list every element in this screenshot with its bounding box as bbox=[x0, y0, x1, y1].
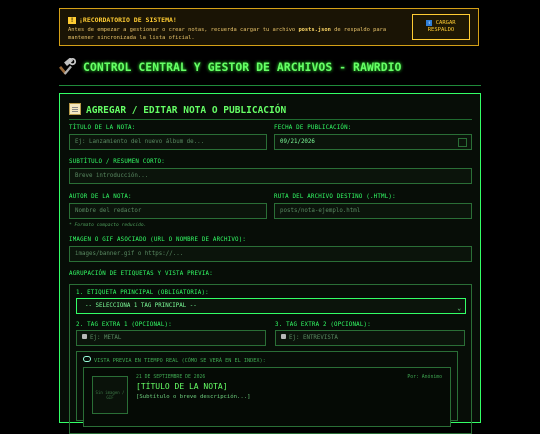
memo-icon bbox=[69, 103, 81, 115]
extra1-input[interactable]: Ej: METAL bbox=[76, 330, 266, 346]
titulo-label: TÍTULO DE LA NOTA: bbox=[69, 125, 136, 131]
autor-input[interactable]: Nombre del redactor bbox=[69, 203, 267, 219]
page-title: CONTROL CENTRAL Y GESTOR DE ARCHIVOS - R… bbox=[59, 58, 519, 78]
panel-title: AGREGAR / EDITAR NOTA O PUBLICACIÓN bbox=[69, 103, 286, 116]
preview-thumbnail: Sin imagen / GIF bbox=[92, 376, 128, 414]
panel-divider bbox=[69, 119, 472, 120]
principal-tag-select[interactable]: -- SELECCIONA 1 TAG PRINCIPAL -- ⌄ bbox=[76, 298, 466, 314]
extra2-input[interactable]: Ej: ENTREVISTA bbox=[275, 330, 465, 346]
edit-note-panel: AGREGAR / EDITAR NOTA O PUBLICACIÓN TÍTU… bbox=[59, 93, 481, 434]
subtitulo-input[interactable]: Breve introducción... bbox=[69, 168, 472, 184]
ruta-note: * Formato compacto reducido. bbox=[69, 223, 147, 228]
imagen-input[interactable]: images/banner.gif o https://... bbox=[69, 246, 472, 262]
tag-icon bbox=[281, 334, 286, 339]
load-backup-button[interactable]: ⇧ CARGAR RESPALDO bbox=[412, 14, 470, 40]
calendar-icon[interactable] bbox=[458, 138, 467, 147]
chevron-down-icon: ⌄ bbox=[457, 305, 461, 312]
fecha-input[interactable]: 09/21/2026 bbox=[274, 134, 472, 150]
preview-author: Por: Anónimo bbox=[407, 375, 442, 380]
alert-filename: posts.json bbox=[298, 27, 331, 33]
fecha-label: FECHA DE PUBLICACIÓN: bbox=[274, 125, 352, 131]
titulo-input[interactable]: Ej: Lanzamiento del nuevo álbum de... bbox=[69, 134, 267, 150]
extra1-label: 2. TAG EXTRA 1 (OPCIONAL): bbox=[76, 322, 172, 328]
principal-tag-label: 1. ETIQUETA PRINCIPAL (OBLIGATORIA): bbox=[76, 290, 209, 296]
preview-title: [TÍTULO DE LA NOTA] bbox=[136, 382, 228, 391]
live-preview: VISTA PREVIA EN TIEMPO REAL (CÓMO SE VER… bbox=[76, 351, 458, 427]
tag-icon bbox=[82, 334, 87, 339]
autor-label: AUTOR DE LA NOTA: bbox=[69, 194, 132, 200]
preview-header: VISTA PREVIA EN TIEMPO REAL (CÓMO SE VER… bbox=[83, 356, 266, 364]
ruta-label: RUTA DEL ARCHIVO DESTINO (.HTML): bbox=[274, 194, 396, 200]
alert-message: Antes de empezar a gestionar o crear not… bbox=[68, 27, 387, 41]
preview-date: 21 DE SEPTIEMBRE DE 2026 bbox=[136, 375, 206, 380]
subtitulo-label: SUBTÍTULO / RESUMEN CORTO: bbox=[69, 159, 165, 165]
system-reminder-alert: ! ¡RECORDATORIO DE SISTEMA! Antes de empe… bbox=[59, 8, 479, 46]
warning-icon: ! bbox=[68, 17, 76, 24]
tags-preview-group: 1. ETIQUETA PRINCIPAL (OBLIGATORIA): -- … bbox=[69, 284, 472, 434]
preview-subtitle: [Subtítulo o breve descripción...] bbox=[136, 394, 251, 400]
group-label: AGRUPACIÓN DE ETIQUETAS Y VISTA PREVIA: bbox=[69, 271, 213, 277]
alert-title: ! ¡RECORDATORIO DE SISTEMA! bbox=[68, 16, 177, 24]
title-divider bbox=[59, 85, 481, 86]
imagen-label: IMAGEN O GIF ASOCIADO (URL O NOMBRE DE A… bbox=[69, 237, 247, 243]
ruta-input[interactable]: posts/nota-ejemplo.html bbox=[274, 203, 472, 219]
eye-icon bbox=[83, 356, 91, 362]
preview-card: Sin imagen / GIF 21 DE SEPTIEMBRE DE 202… bbox=[83, 367, 451, 427]
hammer-wrench-icon bbox=[59, 58, 77, 75]
upload-icon: ⇧ bbox=[426, 20, 433, 26]
extra2-label: 3. TAG EXTRA 2 (OPCIONAL): bbox=[275, 322, 371, 328]
